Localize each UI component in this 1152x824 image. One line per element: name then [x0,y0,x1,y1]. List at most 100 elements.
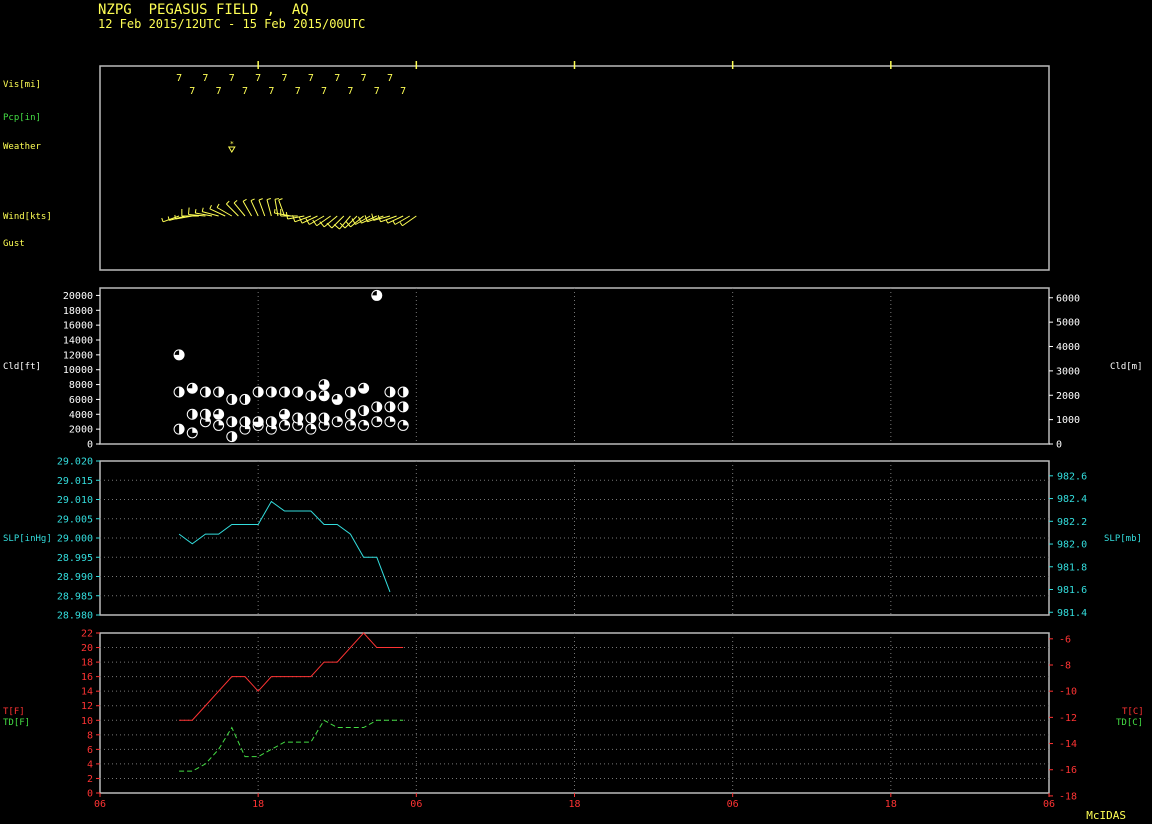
pressure-y2tick-label: 982.0 [1057,540,1087,551]
wind-barb-feather [273,209,276,214]
visibility-value: 7 [400,86,406,97]
wind-barb-staff [258,199,266,217]
slp-line [178,500,391,593]
cloud-cover-symbol [397,401,409,413]
time-tick-label: 06 [1043,799,1055,810]
cloud-cover-clear [200,409,206,420]
cloud-ylabel: Cld[ft] [3,362,41,372]
temperature-y2tick-label: -8 [1059,661,1071,672]
wind-barb-staff [242,201,253,217]
wind-barb-feather [285,211,289,220]
visibility-value: 7 [176,73,182,84]
time-tick-label: 18 [885,799,897,810]
pressure-ytick-label: 29.010 [57,495,93,506]
cloud-cover-symbol [213,386,225,398]
wind-barb-feather [333,224,340,230]
visibility-value: 7 [229,73,235,84]
pressure-y2tick-label: 982.6 [1057,471,1087,482]
wind-barb-feather [278,198,283,201]
visibility-value: 7 [347,86,353,97]
wind-barb [399,215,417,227]
cloud-cover-symbol [226,393,238,405]
cloud-cover-symbol [226,416,238,428]
pressure-ytick-label: 28.985 [57,591,93,602]
cloud-cover-clear [384,387,390,397]
temperature-y2tick-label: -18 [1059,791,1077,802]
time-tick-label: 18 [252,799,264,810]
temperature-y2tick-label: -12 [1059,713,1077,724]
cloud-ytick-label: 6000 [69,395,93,406]
temperature-ylabel: T[F] [3,707,25,717]
surface-row-label: Pcp[in] [3,113,41,123]
mcidas-credit: McIDAS [1086,809,1126,822]
wind-barb-feather [326,222,333,229]
cloud-cover-symbol [186,382,198,394]
cloud-cover-symbol [344,419,356,431]
cloud-y2tick-label: 0 [1056,440,1062,451]
pressure-ytick-label: 29.020 [57,457,93,468]
visibility-value: 7 [282,73,288,84]
cloud-cover-clear [398,401,404,412]
cloud-ytick-label: 14000 [63,336,93,347]
wind-barb-feather [392,220,396,225]
pressure-ytick-label: 29.015 [57,476,93,487]
wind-barb [258,198,266,217]
dewpoint-ylabel: TD[F] [3,718,30,728]
wind-barb-feather [201,207,204,212]
pressure-y2tick-label: 981.6 [1057,585,1087,596]
cloud-y2tick-label: 6000 [1056,293,1080,304]
cloud-cover-symbol [384,401,396,413]
cloud-cover-clear [174,424,180,435]
cloud-cover-symbol [292,412,304,424]
temperature-ytick-label: 12 [81,701,93,712]
wind-barb-feather [161,217,164,222]
cloud-cover-symbol [239,416,251,428]
surface-row-label: Vis[mi] [3,80,41,90]
cloud-cover-symbol [186,408,198,420]
wind-barb-staff [402,215,417,227]
cloud-cover-symbol [371,289,383,301]
wind-barb-feather [216,203,220,208]
cloud-cover-symbol [331,416,343,428]
temperature-ytick-label: 6 [87,745,93,756]
wind-barb-feather [233,200,238,204]
cloud-ytick-label: 8000 [69,380,93,391]
time-tick-label: 18 [568,799,580,810]
wind-barb [250,198,259,217]
pressure-y2tick-label: 981.8 [1057,562,1087,573]
visibility-value: 7 [216,86,222,97]
cloud-cover-clear [253,387,259,397]
visibility-value: 7 [374,86,380,97]
wind-barb-staff [209,208,226,217]
wind-barb-feather [250,198,255,202]
visibility-value: 7 [321,86,327,97]
cloud-cover-symbol [318,390,330,402]
wind-barb-feather [209,204,212,210]
cloud-cover-clear [200,387,206,397]
cloud-cover-symbol [199,408,211,420]
wind-barb [242,198,253,217]
temperature-y2tick-label: -16 [1059,765,1077,776]
surface-row-label: Weather [3,142,42,152]
cloud-cover-clear [345,409,351,420]
cloud-cover-symbol [384,416,396,428]
temperature-ytick-label: 14 [81,687,93,698]
wind-barb-staff [266,199,272,217]
wind-barb-feather [385,219,389,224]
wind-barb-feather [399,222,403,227]
cloud-cover-symbol [279,386,291,398]
cloud-cover-symbol [279,408,291,420]
cloud-cover-symbol [213,419,225,431]
visibility-value: 7 [255,73,261,84]
cloud-cover-symbol [371,416,383,428]
pressure-ytick-label: 29.000 [57,534,93,545]
cloud-cover-clear [266,387,272,397]
cloud-cover-clear [345,387,351,397]
pressure-ytick-label: 29.005 [57,514,93,525]
cloud-cover-symbol [252,386,264,398]
time-tick-label: 06 [727,799,739,810]
wind-barb-staff [339,215,351,230]
cloud-ytick-label: 20000 [63,291,93,302]
wind-barb-staff [250,200,259,217]
cloud-cover-clear [398,387,404,397]
